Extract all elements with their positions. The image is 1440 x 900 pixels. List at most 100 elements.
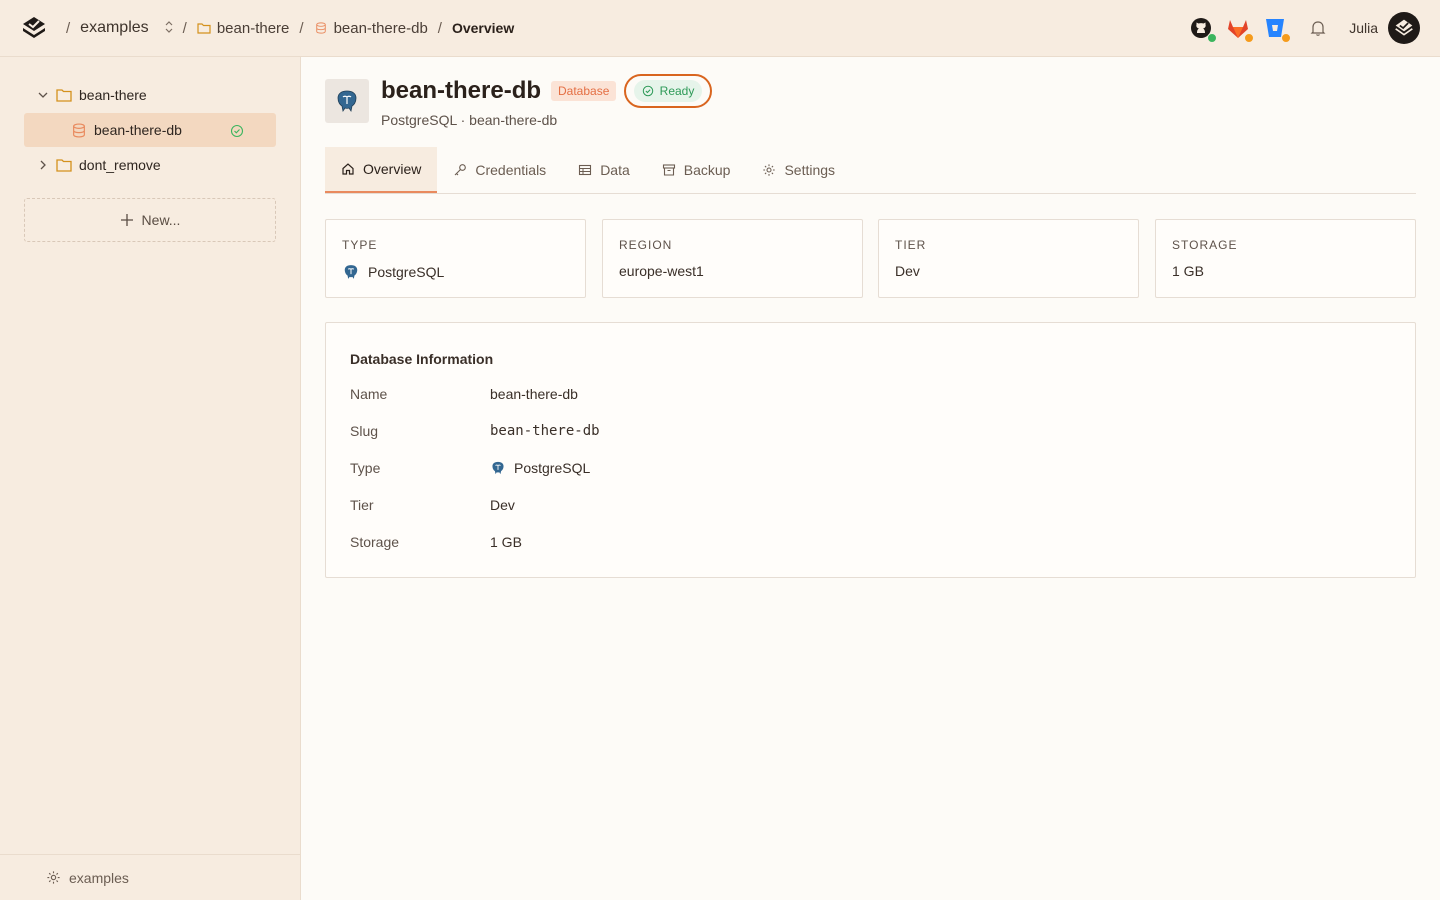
- database-icon: [73, 122, 85, 138]
- database-info-card: Database Information Name bean-there-db …: [325, 322, 1416, 578]
- plus-icon: [120, 214, 133, 226]
- table-icon: [579, 164, 592, 176]
- info-row-slug: Slug bean-there-db: [350, 423, 600, 439]
- stat-label: TIER: [895, 238, 927, 252]
- tab-overview[interactable]: Overview: [325, 147, 438, 193]
- tree-item-dont-remove[interactable]: dont_remove: [38, 157, 161, 173]
- tab-label: Backup: [683, 162, 731, 178]
- section-title: Database Information: [350, 351, 494, 367]
- github-icon[interactable]: [1189, 16, 1218, 43]
- tab-data[interactable]: Data: [562, 147, 646, 193]
- tab-label: Settings: [784, 162, 836, 178]
- check-circle-icon: [230, 124, 244, 138]
- new-resource-label: New...: [141, 212, 181, 228]
- stat-value: europe-west1: [619, 263, 704, 279]
- stat-label: TYPE: [342, 238, 378, 252]
- chevron-up-down-icon[interactable]: [165, 20, 173, 36]
- breadcrumb-resource-label: bean-there-db: [333, 19, 428, 37]
- sidebar-footer-label: examples: [69, 869, 129, 886]
- page-title: bean-there-db: [381, 77, 542, 104]
- tab-label: Credentials: [475, 162, 547, 178]
- stat-label: STORAGE: [1172, 238, 1238, 252]
- resource-kind-badge: Database: [551, 81, 617, 101]
- info-value: bean-there-db: [490, 386, 578, 402]
- info-row-name: Name bean-there-db: [350, 386, 578, 402]
- info-key: Type: [350, 460, 381, 476]
- folder-icon: [56, 89, 72, 102]
- database-icon: [315, 22, 326, 34]
- breadcrumb-separator: /: [437, 19, 442, 37]
- gitlab-icon[interactable]: [1226, 16, 1255, 43]
- info-value-text: PostgreSQL: [514, 460, 591, 476]
- new-resource-button[interactable]: New...: [24, 198, 276, 242]
- stat-value: 1 GB: [1172, 263, 1204, 279]
- tree-item-label: bean-there: [79, 87, 147, 103]
- user-name[interactable]: Julia: [1349, 20, 1378, 36]
- folder-icon: [197, 23, 211, 34]
- breadcrumb: / examples / bean-there / bean-there-db …: [56, 0, 514, 56]
- info-value: PostgreSQL: [490, 460, 590, 476]
- breadcrumb-separator: /: [299, 19, 304, 37]
- resource-subtitle: PostgreSQL · bean-there-db: [381, 112, 558, 128]
- status-badge: Ready: [633, 80, 703, 102]
- stat-value: PostgreSQL: [342, 263, 569, 281]
- breadcrumb-separator: /: [66, 19, 71, 37]
- info-key: Slug: [350, 423, 379, 439]
- tree-item-bean-there-db[interactable]: bean-there-db: [72, 122, 272, 138]
- top-bar: / examples / bean-there / bean-there-db …: [0, 0, 1440, 57]
- postgresql-icon: [344, 265, 358, 279]
- status-label: Ready: [659, 84, 695, 98]
- archive-icon: [662, 164, 675, 176]
- stat-label: REGION: [619, 238, 673, 252]
- bitbucket-icon[interactable]: [1263, 16, 1292, 43]
- info-value: bean-there-db: [490, 423, 600, 439]
- gear-icon: [763, 164, 776, 176]
- tab-label: Data: [600, 162, 630, 178]
- breadcrumb-current: Overview: [451, 20, 515, 36]
- tree-item-bean-there[interactable]: bean-there: [38, 87, 147, 103]
- sidebar-footer[interactable]: examples: [0, 854, 300, 900]
- stat-value-text: PostgreSQL: [368, 264, 445, 280]
- breadcrumb-project-label: bean-there: [216, 19, 290, 37]
- info-value: 1 GB: [490, 534, 522, 550]
- avatar[interactable]: [1388, 12, 1420, 44]
- status-dot: [1281, 33, 1292, 43]
- sidebar: bean-there bean-there-db dont_remove New…: [0, 57, 301, 900]
- folder-icon: [56, 159, 72, 172]
- stat-card-storage: STORAGE 1 GB: [1155, 219, 1416, 298]
- info-value: Dev: [490, 497, 515, 513]
- breadcrumb-org[interactable]: examples: [80, 19, 173, 37]
- stat-value: Dev: [895, 263, 920, 279]
- tab-credentials[interactable]: Credentials: [437, 147, 562, 193]
- stat-card-region: REGION europe-west1: [602, 219, 863, 298]
- status-dot: [1207, 33, 1218, 43]
- app-logo-icon[interactable]: [22, 16, 46, 40]
- tab-backup[interactable]: Backup: [646, 147, 747, 193]
- top-right-actions: Julia: [1176, 12, 1420, 44]
- key-icon: [454, 164, 467, 176]
- tab-bar: Overview Credentials Data Backup Setting…: [325, 147, 1416, 194]
- status-dot: [1244, 33, 1255, 43]
- postgresql-icon: [492, 461, 504, 475]
- info-row-tier: Tier Dev: [350, 497, 515, 513]
- stat-card-tier: TIER Dev: [878, 219, 1139, 298]
- chevron-down-icon[interactable]: [38, 90, 48, 100]
- gear-icon: [47, 871, 60, 884]
- tab-settings[interactable]: Settings: [746, 147, 851, 193]
- info-key: Storage: [350, 534, 400, 550]
- info-key: Tier: [350, 497, 374, 513]
- stat-card-type: TYPE PostgreSQL: [325, 219, 586, 298]
- bell-icon[interactable]: [1309, 19, 1327, 37]
- tree-item-label: bean-there-db: [94, 122, 182, 138]
- tree-item-label: dont_remove: [79, 157, 161, 173]
- status-badge-highlight[interactable]: Ready: [624, 74, 712, 108]
- breadcrumb-separator: /: [182, 19, 187, 37]
- main-content: bean-there-db Database Ready PostgreSQL …: [301, 57, 1440, 900]
- chevron-right-icon[interactable]: [38, 160, 48, 170]
- breadcrumb-resource[interactable]: bean-there-db: [314, 20, 428, 37]
- info-row-type: Type PostgreSQL: [350, 460, 590, 476]
- breadcrumb-project[interactable]: bean-there: [197, 19, 290, 37]
- postgresql-icon: [325, 79, 369, 123]
- info-row-storage: Storage 1 GB: [350, 534, 522, 550]
- home-icon: [342, 163, 354, 175]
